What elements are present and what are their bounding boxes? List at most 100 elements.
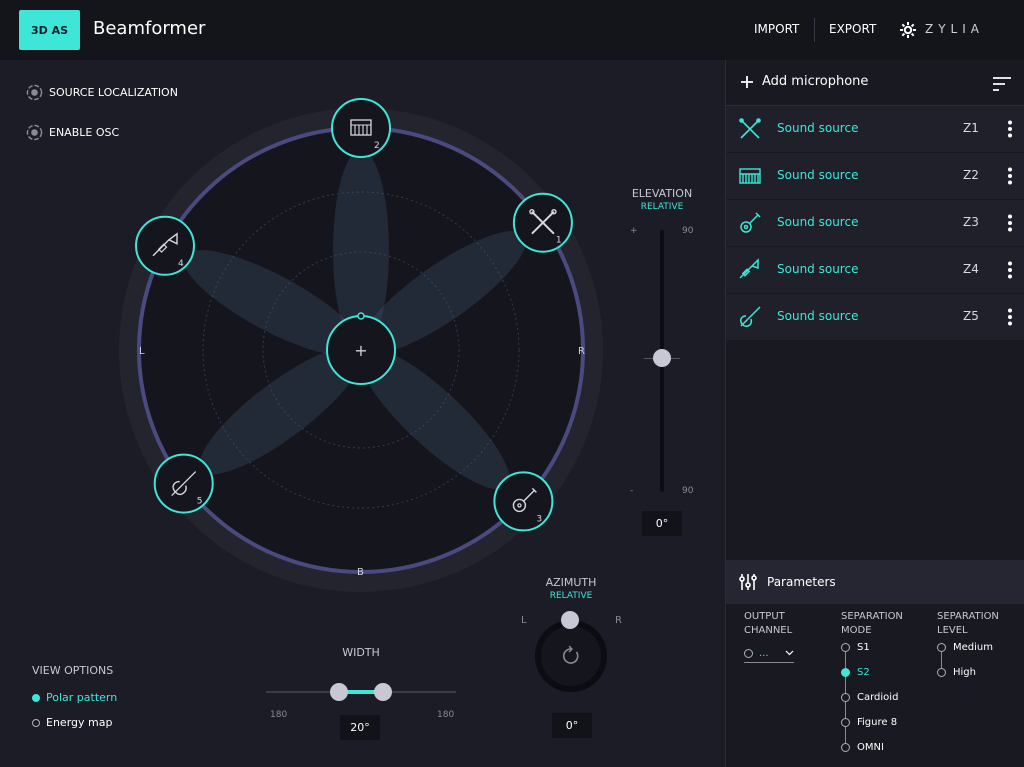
width-slider-thumb-left[interactable] <box>330 683 348 701</box>
option-label: S1 <box>857 642 870 653</box>
azimuth-right-label: R <box>615 615 622 626</box>
separation-level-option-high[interactable]: High <box>937 667 976 678</box>
app-badge: 3D AS <box>19 10 80 50</box>
drumsticks-icon <box>739 118 761 139</box>
radio-unselected-icon <box>937 643 946 652</box>
azimuth-left-label: L <box>521 615 527 626</box>
option-label: Figure 8 <box>857 717 898 728</box>
azimuth-dial[interactable] <box>531 610 611 696</box>
sort-icon[interactable] <box>992 76 1012 92</box>
option-label: High <box>953 667 976 678</box>
source-node-2[interactable]: 2 <box>331 98 391 158</box>
polar-left-label: L <box>139 346 145 357</box>
elevation-slider-thumb[interactable] <box>653 349 671 367</box>
toggle-off-icon <box>26 84 43 101</box>
source-node-number: 5 <box>197 497 203 507</box>
sound-source-item[interactable]: Sound source Z2 <box>726 153 1024 200</box>
radio-unselected-icon <box>32 718 40 727</box>
radio-selected-icon <box>32 693 40 702</box>
polar-right-label: R <box>578 346 585 357</box>
source-node-1[interactable]: 1 <box>512 192 573 253</box>
width-value[interactable]: 20° <box>340 715 380 740</box>
radio-selected-icon <box>841 668 850 677</box>
separation-mode-label-1: SEPARATION <box>841 611 903 622</box>
polar-back-label: B <box>357 567 364 578</box>
view-option-label: Energy map <box>46 716 113 729</box>
sound-source-name: Sound source <box>777 121 859 135</box>
output-channel-select[interactable]: ... <box>744 644 794 663</box>
width-label: WIDTH <box>342 646 380 659</box>
more-options-icon[interactable] <box>1007 120 1013 138</box>
enable-osc-toggle[interactable]: ENABLE OSC <box>26 124 119 141</box>
separation-mode-heading: SEPARATION MODE <box>841 610 903 638</box>
topbar-divider <box>814 18 815 42</box>
view-option-label: Polar pattern <box>46 691 118 704</box>
option-label: OMNI <box>857 742 884 753</box>
more-options-icon[interactable] <box>1007 167 1013 185</box>
azimuth-dial-handle[interactable] <box>561 611 579 629</box>
add-microphone-button[interactable]: Add microphone <box>740 74 868 89</box>
sound-source-item[interactable]: Sound source Z5 <box>726 294 1024 341</box>
import-button[interactable]: IMPORT <box>754 22 799 36</box>
sound-source-item[interactable]: Sound source Z3 <box>726 200 1024 247</box>
select-dot-icon <box>744 648 753 658</box>
separation-mode-option-figure-8[interactable]: Figure 8 <box>841 717 897 728</box>
settings-gear-icon[interactable] <box>898 20 918 40</box>
sound-source-item[interactable]: Sound source Z4 <box>726 247 1024 294</box>
source-node-number: 4 <box>178 259 184 269</box>
view-option-polar-pattern[interactable]: Polar pattern <box>32 691 117 704</box>
separation-level-label-2: LEVEL <box>937 625 968 636</box>
separation-mode-option-cardioid[interactable]: Cardioid <box>841 692 898 703</box>
view-option-energy-map[interactable]: Energy map <box>32 716 112 729</box>
app-title: Beamformer <box>93 18 206 39</box>
sound-source-zone: Z1 <box>963 121 979 135</box>
option-label: S2 <box>857 667 870 678</box>
width-min-label: 180 <box>270 710 288 720</box>
elevation-top-sign: + <box>630 226 638 236</box>
source-node-number: 3 <box>536 514 542 524</box>
sound-source-list: Sound source Z1 Sound source Z2 Sound so… <box>726 106 1024 341</box>
elevation-value[interactable]: 0° <box>642 511 682 536</box>
source-node-5[interactable]: 5 <box>153 453 214 514</box>
separation-level-option-medium[interactable]: Medium <box>937 642 993 653</box>
center-orientation-handle[interactable] <box>357 312 365 320</box>
elevation-top-value: 90 <box>682 226 694 236</box>
separation-mode-option-s2[interactable]: S2 <box>841 667 870 678</box>
source-node-4[interactable]: 4 <box>135 215 195 276</box>
separation-level-label-1: SEPARATION <box>937 611 999 622</box>
option-label: Medium <box>953 642 993 653</box>
option-label: Cardioid <box>857 692 899 703</box>
separation-mode-option-s1[interactable]: S1 <box>841 642 870 653</box>
sound-source-name: Sound source <box>777 262 859 276</box>
width-slider-thumb-right[interactable] <box>374 683 392 701</box>
output-channel-value: ... <box>759 647 769 659</box>
sound-source-name: Sound source <box>777 168 859 182</box>
output-channel-heading: OUTPUT CHANNEL <box>744 610 792 638</box>
trumpet-icon <box>739 258 759 279</box>
add-microphone-label: Add microphone <box>762 74 869 89</box>
sound-source-zone: Z5 <box>963 309 979 323</box>
sound-source-item[interactable]: Sound source Z1 <box>726 106 1024 153</box>
source-node-3[interactable]: 3 <box>493 471 554 532</box>
radio-unselected-icon <box>841 643 850 652</box>
more-options-icon[interactable] <box>1007 261 1013 279</box>
center-plus-icon: + <box>354 341 367 360</box>
guitar-icon <box>740 212 761 233</box>
sound-source-name: Sound source <box>777 309 859 323</box>
radio-unselected-icon <box>841 743 850 752</box>
output-channel-label-1: OUTPUT <box>744 611 785 622</box>
width-max-label: 180 <box>437 710 455 720</box>
more-options-icon[interactable] <box>1007 308 1013 326</box>
parameters-header[interactable]: Parameters <box>726 560 1024 604</box>
separation-level-heading: SEPARATION LEVEL <box>937 610 999 638</box>
export-button[interactable]: EXPORT <box>829 22 876 36</box>
separation-mode-label-2: MODE <box>841 625 872 636</box>
polar-pattern-view[interactable]: L R B + 2 1 3 5 4 <box>111 88 611 628</box>
output-channel-label-2: CHANNEL <box>744 625 793 636</box>
more-options-icon[interactable] <box>1007 214 1013 232</box>
azimuth-value[interactable]: 0° <box>552 713 592 738</box>
radio-unselected-icon <box>841 718 850 727</box>
main-panel: SOURCE LOCALIZATION ENABLE OSC L R B + 2… <box>0 60 724 767</box>
separation-mode-option-omni[interactable]: OMNI <box>841 742 884 753</box>
sliders-icon <box>739 574 757 590</box>
